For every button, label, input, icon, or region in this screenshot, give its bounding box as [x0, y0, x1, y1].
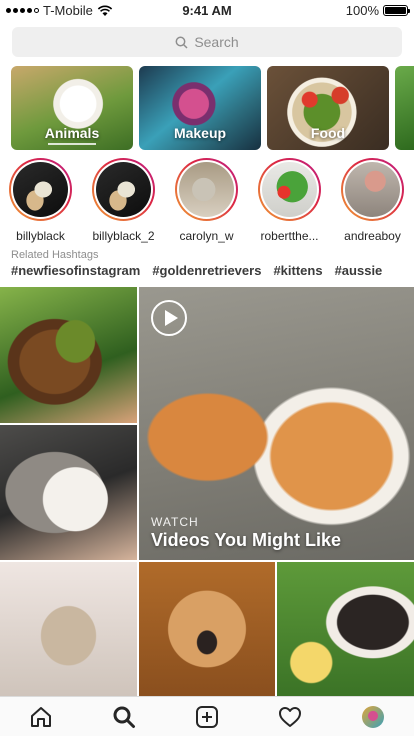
- hashtag-link[interactable]: #goldenretrievers: [152, 263, 261, 278]
- video-title: Videos You Might Like: [151, 530, 342, 550]
- topic-carousel: Animals Makeup Food: [11, 66, 414, 150]
- related-hashtags-label: Related Hashtags: [11, 249, 99, 261]
- hashtag-link[interactable]: #newfiesofinstagram: [11, 263, 140, 278]
- nav-new-post[interactable]: [187, 699, 227, 735]
- avatar: [13, 162, 68, 217]
- grid-post-turtle[interactable]: [0, 287, 137, 423]
- heart-icon: [278, 706, 301, 727]
- status-bar: T-Mobile 9:41 AM 100%: [0, 0, 414, 22]
- search-icon: [113, 706, 136, 728]
- new-post-icon: [195, 705, 218, 728]
- profile-avatar: [361, 705, 384, 728]
- avatar: [179, 162, 234, 217]
- story-ring: [341, 158, 404, 221]
- battery-percent: 100%: [345, 3, 379, 18]
- topic-card-food[interactable]: Food: [267, 66, 389, 150]
- hashtag-link[interactable]: #kittens: [273, 263, 322, 278]
- status-right: 100%: [345, 3, 410, 18]
- story-ring: [92, 158, 155, 221]
- grid-post-dog-chick[interactable]: [277, 562, 414, 696]
- video-overline: WATCH: [151, 515, 199, 529]
- profile-username: robertthe...: [260, 229, 319, 243]
- grid-post-cat[interactable]: [0, 562, 137, 696]
- topic-label: Makeup: [173, 125, 227, 141]
- hashtag-list: #newfiesofinstagram #goldenretrievers #k…: [11, 263, 382, 278]
- profile-item[interactable]: carolyn_w: [175, 158, 238, 243]
- profile-item[interactable]: billyblack: [9, 158, 72, 243]
- avatar: [345, 162, 400, 217]
- video-tile[interactable]: WATCH Videos You Might Like: [139, 287, 414, 560]
- search-icon: [175, 36, 188, 49]
- suggested-profiles: billyblack billyblack_2 carolyn_w robert…: [9, 158, 404, 243]
- nav-profile[interactable]: [353, 699, 393, 735]
- story-ring: [9, 158, 72, 221]
- bottom-nav: [0, 696, 414, 736]
- topic-label: Food: [310, 125, 346, 141]
- topic-underline: [47, 143, 97, 145]
- topic-card-makeup[interactable]: Makeup: [139, 66, 261, 150]
- home-icon: [31, 706, 52, 727]
- nav-activity[interactable]: [270, 699, 310, 735]
- hashtag-link[interactable]: #aussie: [335, 263, 383, 278]
- avatar: [262, 162, 317, 217]
- profile-item[interactable]: robertthe...: [258, 158, 321, 243]
- topic-card-animals[interactable]: Animals: [11, 66, 133, 150]
- search-placeholder: Search: [194, 34, 239, 50]
- profile-username: billyblack: [16, 229, 65, 243]
- nav-home[interactable]: [21, 699, 61, 735]
- profile-username: billyblack_2: [92, 229, 155, 243]
- nav-search[interactable]: [104, 699, 144, 735]
- profile-item[interactable]: andreaboy: [341, 158, 404, 243]
- story-ring: [175, 158, 238, 221]
- battery-icon: [383, 5, 410, 16]
- search-bar[interactable]: Search: [12, 27, 402, 57]
- grid-post-dog[interactable]: [139, 562, 275, 696]
- profile-username: carolyn_w: [179, 229, 234, 243]
- profile-username: andreaboy: [344, 229, 401, 243]
- story-ring: [258, 158, 321, 221]
- topic-card-next[interactable]: [395, 66, 414, 150]
- topic-label: Animals: [44, 125, 100, 141]
- explore-grid: WATCH Videos You Might Like: [0, 287, 414, 696]
- play-icon[interactable]: [151, 300, 187, 336]
- avatar: [96, 162, 151, 217]
- profile-item[interactable]: billyblack_2: [92, 158, 155, 243]
- grid-post-hedgehog[interactable]: [0, 425, 137, 560]
